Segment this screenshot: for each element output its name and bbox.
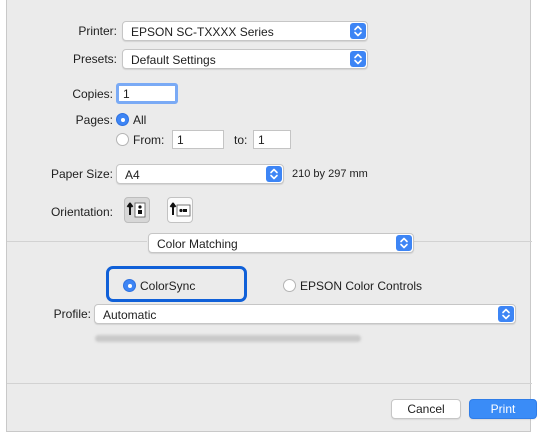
paper-dimensions: 210 by 297 mm	[292, 168, 368, 180]
epson-color-controls-radio[interactable]	[283, 279, 296, 292]
pages-from-value: 1	[177, 133, 184, 147]
separator-bottom	[7, 383, 532, 384]
profile-label: Profile:	[53, 307, 91, 321]
separator-left	[7, 241, 147, 242]
landscape-icon	[169, 202, 191, 217]
paper-size-value: A4	[125, 168, 140, 182]
section-popup-value: Color Matching	[157, 237, 238, 251]
presets-value: Default Settings	[131, 53, 216, 67]
pages-to-value: 1	[258, 133, 265, 147]
orientation-landscape-button[interactable]	[167, 197, 193, 223]
profile-popup[interactable]: Automatic	[94, 304, 516, 324]
section-popup[interactable]: Color Matching	[148, 233, 414, 253]
pages-label: Pages:	[75, 113, 113, 127]
portrait-icon	[126, 202, 146, 218]
print-dialog: Printer: EPSON SC-TXXXX Series Presets: …	[6, 0, 537, 432]
profile-description-blurred	[95, 335, 361, 342]
cancel-button[interactable]: Cancel	[391, 399, 461, 419]
paper-size-label: Paper Size:	[50, 167, 113, 181]
printer-popup[interactable]: EPSON SC-TXXXX Series	[122, 21, 368, 41]
profile-value: Automatic	[103, 308, 157, 322]
colorsync-radio[interactable]	[123, 279, 136, 292]
chevron-updown-icon	[350, 51, 366, 67]
pages-from-label: From:	[133, 133, 165, 147]
paper-size-popup[interactable]: A4	[116, 164, 284, 184]
chevron-updown-icon	[498, 306, 514, 322]
orientation-label: Orientation:	[50, 205, 113, 219]
pages-to-field[interactable]: 1	[253, 130, 291, 149]
chevron-updown-icon	[350, 23, 366, 39]
printer-label: Printer:	[78, 24, 117, 38]
copies-field[interactable]: 1	[116, 83, 178, 104]
print-button[interactable]: Print	[469, 399, 537, 419]
chevron-updown-icon	[266, 166, 282, 182]
presets-popup[interactable]: Default Settings	[122, 49, 368, 69]
presets-label: Presets:	[72, 52, 117, 66]
pages-to-label: to:	[234, 133, 248, 147]
copies-value: 1	[123, 87, 130, 101]
separator-right	[407, 241, 532, 242]
pages-all-radio[interactable]	[116, 113, 129, 126]
printer-value: EPSON SC-TXXXX Series	[131, 25, 274, 39]
orientation-portrait-button[interactable]	[124, 197, 150, 223]
colorsync-label: ColorSync	[140, 279, 196, 293]
pages-from-field[interactable]: 1	[172, 130, 224, 149]
copies-label: Copies:	[72, 87, 113, 101]
pages-from-radio[interactable]	[116, 133, 129, 146]
chevron-updown-icon	[396, 235, 412, 251]
pages-all-label: All	[133, 113, 147, 127]
epson-color-controls-label: EPSON Color Controls	[300, 279, 423, 293]
